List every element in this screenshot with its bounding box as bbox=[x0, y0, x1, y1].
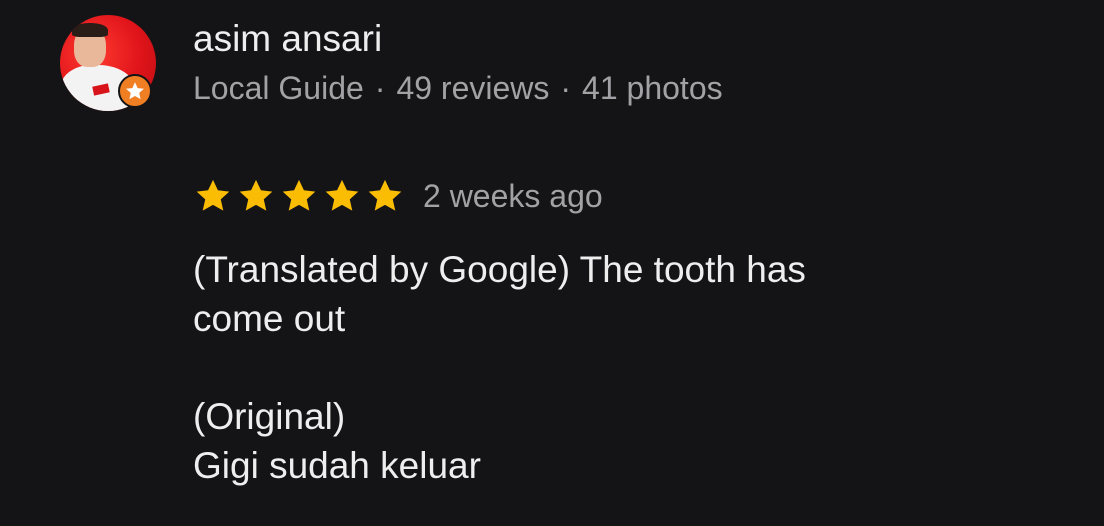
star-icon bbox=[239, 179, 273, 211]
avatar-hair bbox=[72, 23, 108, 37]
local-guide-badge bbox=[118, 74, 152, 108]
reviewer-meta: Local Guide · 49 reviews · 41 photos bbox=[193, 68, 723, 108]
review-count: 49 reviews bbox=[396, 70, 550, 106]
star-icon bbox=[196, 179, 230, 211]
original-text: Gigi sudah keluar bbox=[193, 445, 481, 486]
original-label: (Original) bbox=[193, 396, 346, 437]
rating-row: 2 weeks ago bbox=[194, 174, 603, 218]
meta-separator: · bbox=[560, 70, 572, 106]
star-icon bbox=[126, 82, 144, 100]
translated-text-line: come out bbox=[193, 298, 346, 339]
meta-separator: · bbox=[374, 70, 386, 106]
review-card: asim ansari Local Guide · 49 reviews · 41 ph… bbox=[0, 0, 1104, 526]
local-guide-label: Local Guide bbox=[193, 70, 364, 106]
star-icon bbox=[368, 179, 402, 211]
translated-text-line: (Translated by Google) The tooth has bbox=[193, 249, 806, 290]
star-icon bbox=[282, 179, 316, 211]
photo-count: 41 photos bbox=[582, 70, 723, 106]
review-body: (Translated by Google) The tooth has com… bbox=[193, 245, 1053, 490]
review-timestamp: 2 weeks ago bbox=[423, 178, 603, 214]
star-rating bbox=[194, 177, 404, 215]
star-icon bbox=[325, 179, 359, 211]
reviewer-name[interactable]: asim ansari bbox=[193, 17, 382, 61]
